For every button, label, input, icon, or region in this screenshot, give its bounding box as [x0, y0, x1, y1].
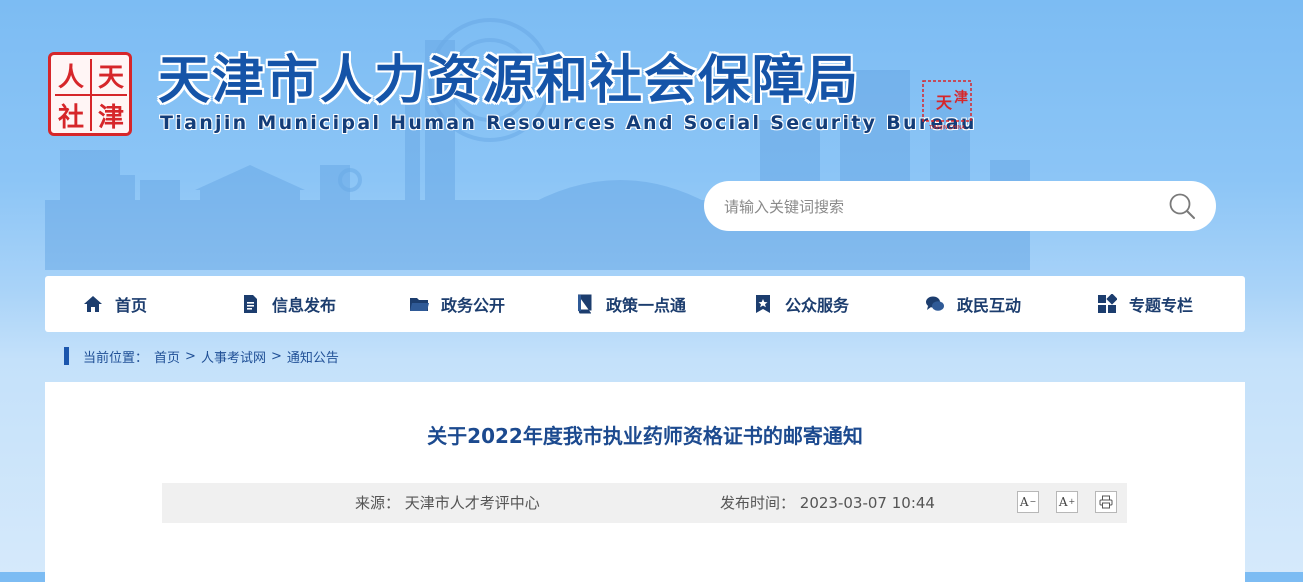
breadcrumb-prefix: 当前位置： [83, 350, 149, 366]
city-seal-char: 津 [954, 89, 968, 106]
font-larger-button[interactable]: A + [1056, 491, 1078, 513]
site-subtitle: Tianjin Municipal Human Resources And So… [160, 112, 977, 134]
nav-item-label: 专题专栏 [1129, 296, 1194, 315]
nav-item-home[interactable]: 首页 [83, 276, 240, 332]
site-title[interactable]: 天津市人力资源和社会保障局 [158, 50, 860, 112]
nav-item-interaction[interactable]: 政民互动 [925, 276, 1097, 332]
article-title: 关于2022年度我市执业药师资格证书的邮寄通知 [427, 424, 863, 448]
logo-char: 天 [97, 62, 124, 93]
nav-item-label: 政策一点通 [606, 296, 687, 315]
logo-char: 社 [57, 102, 84, 133]
source-label: 来源： [355, 494, 401, 512]
source-value: 天津市人才考评中心 [404, 494, 540, 512]
article-source: 来源： 天津市人才考评中心 [355, 483, 540, 523]
font-smaller-letter: A [1019, 495, 1029, 509]
date-value: 2023-03-07 10:44 [799, 494, 935, 512]
nav-item-label: 政民互动 [957, 296, 1022, 315]
nav-item-gov-affairs[interactable]: 政务公开 [409, 276, 574, 332]
nav-item-label: 公众服务 [785, 296, 850, 315]
breadcrumb-link-home[interactable]: 首页 [154, 347, 180, 366]
breadcrumb-separator: > [270, 348, 282, 364]
bookmark-star-icon [756, 295, 770, 313]
nav-item-public-service[interactable]: 公众服务 [753, 276, 925, 332]
breadcrumb-marker [64, 347, 69, 365]
date-label: 发布时间： [720, 494, 796, 512]
nav-item-special-topics[interactable]: 专题专栏 [1097, 276, 1193, 332]
city-skyline-illustration [45, 18, 1030, 270]
nav-item-info-release[interactable]: 信息发布 [240, 276, 409, 332]
breadcrumb-link-notice[interactable]: 通知公告 [287, 347, 339, 366]
logo-char: 津 [97, 102, 124, 133]
nav-item-label: 政务公开 [441, 296, 506, 315]
print-icon [1099, 495, 1113, 509]
article-date: 发布时间： 2023-03-07 10:44 [720, 483, 935, 523]
folder-icon [410, 298, 429, 311]
nav-item-label: 信息发布 [272, 296, 337, 315]
city-seal-char: 天 [936, 93, 953, 112]
bureau-logo[interactable]: 人 天 社 津 [48, 52, 132, 136]
search-icon[interactable] [1168, 192, 1196, 220]
book-icon [578, 294, 592, 314]
print-button[interactable] [1095, 491, 1117, 513]
tianjin-city-seal: 天 津 TIANJIN CHINA [922, 80, 972, 131]
font-smaller-button[interactable]: A − [1017, 491, 1039, 513]
font-larger-letter: A [1058, 495, 1068, 509]
article-meta-bar: 来源： 天津市人才考评中心 发布时间： 2023-03-07 10:44 A − … [162, 483, 1127, 523]
article-panel: 关于2022年度我市执业药师资格证书的邮寄通知 来源： 天津市人才考评中心 发布… [45, 382, 1245, 582]
breadcrumb-separator: > [185, 348, 196, 364]
logo-char: 人 [57, 62, 84, 93]
city-seal-caption: TIANJIN CHINA [928, 125, 965, 131]
breadcrumb: 当前位置： 首页 > 人事考试网 > 通知公告 [64, 346, 339, 366]
breadcrumb-link-exam[interactable]: 人事考试网 [201, 347, 266, 366]
nav-item-label: 首页 [115, 296, 148, 315]
search-input[interactable] [722, 181, 1156, 233]
home-icon [84, 296, 102, 312]
grid-icon [1098, 294, 1117, 313]
document-icon [244, 295, 257, 313]
chat-icon [926, 296, 944, 311]
search-box [704, 181, 1216, 233]
main-nav: 首页 信息发布 政务公开 政策一点通 公众服务 政民互动 专题专栏 [45, 276, 1245, 332]
nav-item-policy[interactable]: 政策一点通 [574, 276, 753, 332]
